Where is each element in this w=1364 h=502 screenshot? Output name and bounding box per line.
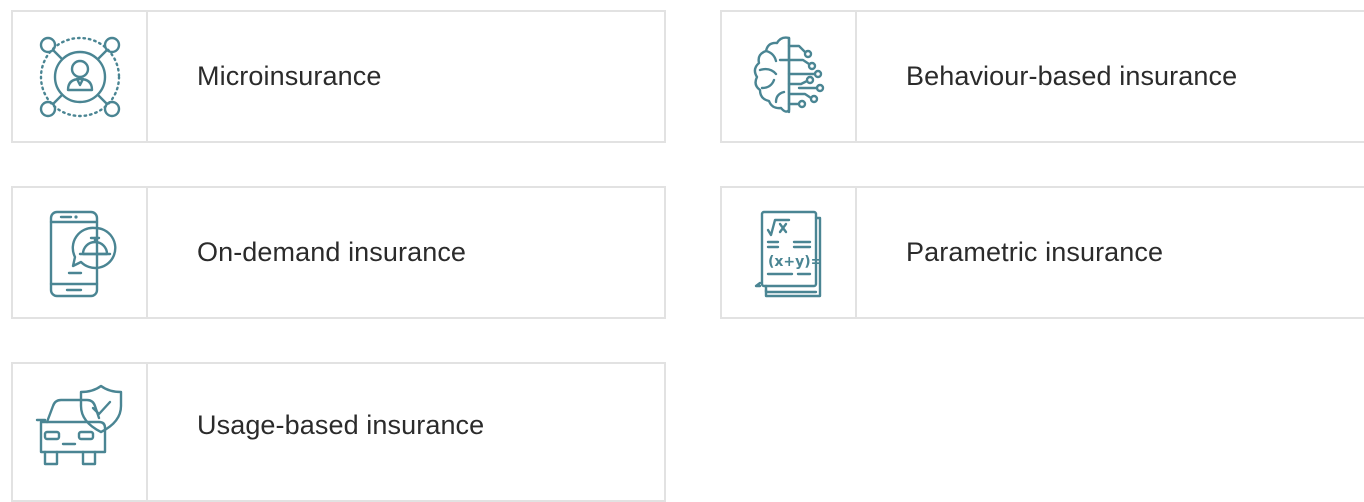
card-label-microinsurance: Microinsurance	[197, 61, 382, 91]
phone-service-bell-icon	[49, 210, 116, 297]
card-behaviour-based-insurance[interactable]: Behaviour-based insurance	[720, 10, 1364, 143]
card-icon-cell	[13, 364, 148, 500]
user-network-icon	[39, 36, 120, 117]
card-label-behaviour-based-insurance: Behaviour-based insurance	[906, 61, 1238, 91]
card-icon-cell	[13, 12, 148, 141]
card-label-usage-based-insurance: Usage-based insurance	[197, 410, 485, 440]
card-icon-cell	[13, 188, 148, 317]
car-shield-icon	[35, 384, 122, 466]
svg-text:(x+y)=: (x+y)=	[768, 254, 822, 270]
card-label-parametric-insurance: Parametric insurance	[906, 237, 1164, 267]
card-icon-cell	[722, 12, 857, 141]
card-label-on-demand-insurance: On-demand insurance	[197, 237, 467, 267]
math-formula-book-icon: (x+y)=	[754, 210, 822, 297]
card-parametric-insurance[interactable]: (x+y)= Parametric insurance	[720, 186, 1364, 319]
card-icon-cell: (x+y)=	[722, 188, 857, 317]
card-microinsurance[interactable]: Microinsurance	[11, 10, 666, 143]
card-usage-based-insurance[interactable]: Usage-based insurance	[11, 362, 666, 502]
card-on-demand-insurance[interactable]: On-demand insurance	[11, 186, 666, 319]
brain-circuit-icon	[753, 35, 824, 113]
